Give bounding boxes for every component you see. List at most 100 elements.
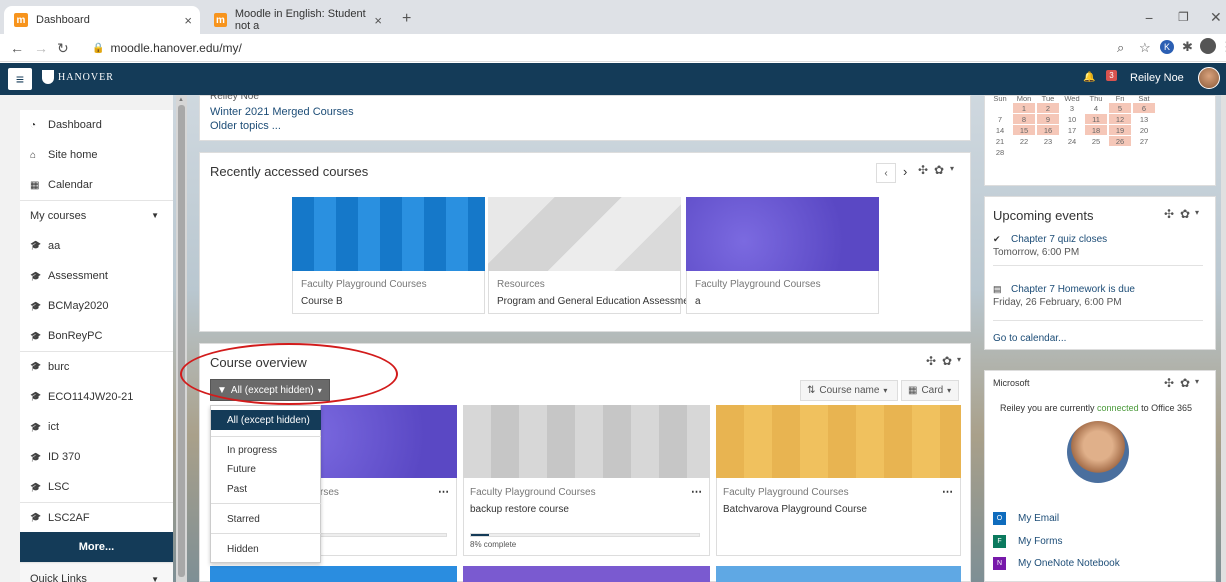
calendar-day[interactable]: 4 [1085, 103, 1107, 113]
sidebar-item-aa[interactable]: 🎓 aa [20, 230, 173, 262]
my-forms-link[interactable]: My Forms [1018, 536, 1062, 547]
calendar-day[interactable]: 23 [1037, 136, 1059, 146]
reload-icon[interactable]: ↻ [57, 40, 69, 57]
calendar-day[interactable]: 3 [1061, 103, 1083, 113]
calendar-day[interactable]: 27 [1133, 136, 1155, 146]
move-icon[interactable]: ✣ [1164, 376, 1174, 390]
menu-item-hidden[interactable]: Hidden [211, 539, 321, 559]
move-icon[interactable]: ✣ [1164, 207, 1174, 221]
menu-item-past[interactable]: Past [211, 479, 321, 499]
calendar-day[interactable]: 6 [1133, 103, 1155, 113]
zoom-icon[interactable]: ⌕ [1117, 40, 1124, 56]
move-icon[interactable]: ✣ [918, 163, 928, 177]
gear-icon[interactable]: ✿ [1180, 207, 1190, 221]
menu-item-future[interactable]: Future [211, 459, 321, 479]
maximize-icon[interactable]: ❐ [1178, 10, 1189, 24]
calendar-day[interactable]: 17 [1061, 125, 1083, 135]
calendar-day[interactable]: 14 [989, 125, 1011, 135]
block-line-3[interactable]: Older topics ... [210, 120, 281, 132]
calendar-day[interactable]: 8 [1013, 114, 1035, 124]
scroll-up-icon[interactable]: ▲ [178, 97, 184, 103]
gear-icon[interactable]: ✿ [934, 163, 944, 177]
calendar-day[interactable]: 21 [989, 136, 1011, 146]
course-image[interactable] [716, 405, 961, 478]
ellipsis-menu-icon[interactable]: ⋯ [691, 485, 702, 498]
sidebar-item-bcmay2020[interactable]: 🎓 BCMay2020 [20, 291, 173, 323]
calendar-day[interactable]: 22 [1013, 136, 1035, 146]
more-button[interactable]: More... [20, 532, 173, 563]
calendar-day[interactable]: 11 [1085, 114, 1107, 124]
calendar-day[interactable]: 12 [1109, 114, 1131, 124]
back-icon[interactable]: ← [10, 40, 24, 56]
bookmark-star-icon[interactable]: ☆ [1139, 40, 1151, 56]
menu-item-starred[interactable]: Starred [211, 509, 321, 529]
sidebar-item-eco114jw20-21[interactable]: 🎓 ECO114JW20-21 [20, 381, 173, 413]
close-tab-icon[interactable]: × [374, 13, 382, 28]
my-onenote-link[interactable]: My OneNote Notebook [1018, 558, 1120, 569]
sidebar-item-dashboard[interactable]: ◔ Dashboard [20, 110, 173, 141]
calendar-day[interactable]: 25 [1085, 136, 1107, 146]
notification-badge[interactable]: 3 [1106, 70, 1117, 81]
course-image[interactable] [686, 197, 879, 271]
user-menu[interactable]: Reiley Noe [1130, 72, 1184, 84]
forward-icon[interactable]: → [34, 40, 48, 56]
sidebar-item-site-home[interactable]: ⌂ Site home [20, 140, 173, 172]
extensions-puzzle-icon[interactable]: ✱ [1182, 39, 1193, 55]
close-tab-icon[interactable]: × [184, 13, 192, 28]
ellipsis-menu-icon[interactable]: ⋯ [942, 485, 953, 498]
caret-down-icon[interactable]: ▾ [1195, 208, 1199, 217]
sort-dropdown-button[interactable]: ⇅ Course name ▾ [800, 380, 898, 401]
sidebar-item-ict[interactable]: 🎓 ict [20, 412, 173, 443]
course-image[interactable] [210, 566, 457, 582]
tab-moodle-english[interactable]: m Moodle in English: Student not a × [204, 6, 390, 34]
sidebar-item-lsc[interactable]: 🎓 LSC [20, 472, 173, 504]
calendar-day[interactable]: 2 [1037, 103, 1059, 113]
connected-link[interactable]: connected [1097, 403, 1139, 413]
sidebar-item-burc[interactable]: 🎓 burc [20, 351, 173, 383]
avatar[interactable] [1198, 67, 1220, 89]
calendar-day[interactable]: 18 [1085, 125, 1107, 135]
event-name[interactable]: Chapter 7 quiz closes [1011, 234, 1107, 245]
prev-button[interactable]: ‹ [876, 163, 896, 183]
sidebar-item-bonreypc[interactable]: 🎓 BonReyPC [20, 321, 173, 353]
more-menu-icon[interactable]: ⋮ [1220, 39, 1226, 55]
move-icon[interactable]: ✣ [926, 354, 936, 368]
calendar-day[interactable]: 20 [1133, 125, 1155, 135]
drawer-scroll-thumb[interactable] [178, 105, 185, 577]
menu-item-in-progress[interactable]: In progress [211, 440, 321, 460]
calendar-day[interactable]: 9 [1037, 114, 1059, 124]
calendar-day[interactable]: 24 [1061, 136, 1083, 146]
site-logo[interactable]: HANOVER [42, 70, 114, 84]
view-dropdown-button[interactable]: ▦ Card ▾ [901, 380, 959, 401]
hamburger-menu-icon[interactable]: ≡ [8, 68, 32, 90]
caret-down-icon[interactable]: ▾ [1195, 377, 1199, 386]
tab-dashboard[interactable]: m Dashboard × [4, 6, 200, 34]
course-name[interactable]: backup restore course [470, 504, 569, 515]
bell-icon[interactable]: 🔔 [1083, 72, 1095, 83]
calendar-day[interactable]: 13 [1133, 114, 1155, 124]
course-image[interactable] [463, 566, 710, 582]
page-scrollbar[interactable] [1221, 95, 1226, 582]
sidebar-item-my-courses[interactable]: My courses ▼ [20, 200, 173, 232]
course-image[interactable] [463, 405, 710, 478]
course-image[interactable] [488, 197, 681, 271]
block-line-2[interactable]: Winter 2021 Merged Courses [210, 106, 354, 118]
my-email-link[interactable]: My Email [1018, 513, 1059, 524]
course-name[interactable]: Batchvarova Playground Course [723, 504, 867, 515]
quick-links-item[interactable]: Quick Links ▼ [20, 564, 173, 582]
next-button[interactable]: › [903, 164, 907, 179]
sidebar-item-calendar[interactable]: ▦ Calendar [20, 170, 173, 202]
calendar-day[interactable]: 28 [989, 147, 1011, 157]
sidebar-item-id-370[interactable]: 🎓 ID 370 [20, 442, 173, 474]
caret-down-icon[interactable]: ▾ [950, 164, 954, 173]
minimize-icon[interactable]: − [1145, 10, 1153, 26]
course-name[interactable]: Course B [301, 296, 343, 307]
new-tab-button[interactable]: + [402, 10, 411, 28]
close-window-icon[interactable]: ✕ [1210, 9, 1222, 26]
calendar-day[interactable]: 1 [1013, 103, 1035, 113]
calendar-day[interactable]: 19 [1109, 125, 1131, 135]
course-image[interactable] [716, 566, 961, 582]
event-name[interactable]: Chapter 7 Homework is due [1011, 284, 1135, 295]
calendar-day[interactable]: 5 [1109, 103, 1131, 113]
calendar-day[interactable]: 16 [1037, 125, 1059, 135]
